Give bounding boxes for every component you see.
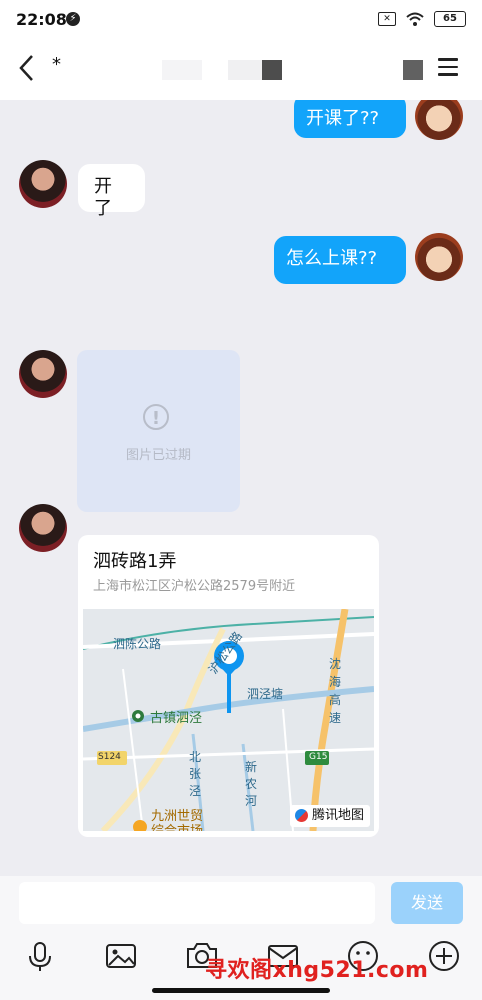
alert-icon: !	[143, 404, 169, 430]
road-badge-s124: S124	[98, 752, 121, 762]
chat-header: *	[0, 38, 482, 100]
avatar[interactable]	[415, 100, 463, 140]
input-bar: 发送 寻欢阁xhg521.com	[0, 876, 482, 1000]
map-label: 新农河	[245, 760, 258, 808]
map-label: 沈海高速	[329, 657, 342, 725]
redacted-block	[262, 60, 282, 80]
redacted-block	[162, 60, 202, 80]
contact-name[interactable]: *	[52, 54, 61, 75]
map-poi-label: 综合市场	[151, 820, 203, 831]
status-bar: 22:08 ⚡ ✕ 65	[0, 0, 482, 38]
wifi-icon	[406, 12, 424, 26]
map-preview[interactable]: 泗陈公路 沪松公路 沈海高速 泗泾塘 古镇泗泾 北张泾 新农河 九洲世贸 综合市…	[83, 609, 374, 831]
location-address: 上海市松江区沪松公路2579号附近	[93, 579, 296, 594]
map-label: 泗泾塘	[247, 687, 284, 701]
location-title: 泗砖路1弄	[93, 551, 177, 572]
message-text: 开课了??	[306, 108, 380, 129]
redacted-block	[228, 60, 262, 80]
tencent-map-badge: 腾讯地图	[289, 805, 370, 827]
expired-image-message[interactable]: ! 图片已过期	[77, 350, 240, 512]
watermark: 寻欢阁xhg521.com	[205, 958, 429, 983]
message-input[interactable]	[19, 882, 375, 924]
image-icon[interactable]	[103, 938, 139, 974]
sim-off-icon: ✕	[378, 12, 396, 26]
message-bubble-received[interactable]: 开了	[78, 164, 145, 219]
clock: 22:08	[16, 10, 67, 29]
message-bubble-sent[interactable]: 怎么上课??	[274, 236, 406, 284]
plus-icon[interactable]	[426, 938, 462, 974]
send-button[interactable]: 发送	[391, 882, 463, 924]
message-text: 开了	[94, 176, 112, 219]
map-provider: 腾讯地图	[311, 808, 364, 823]
location-card[interactable]: 泗砖路1弄 上海市松江区沪松公路2579号附近 泗陈公路 沪松公路 沈海高速 泗…	[78, 535, 379, 837]
message-text: 怎么上课??	[286, 248, 378, 269]
profile-square-icon[interactable]	[403, 60, 423, 80]
expired-label: 图片已过期	[125, 448, 191, 463]
avatar[interactable]	[19, 504, 67, 552]
chat-area[interactable]: 开课了?? 开了 怎么上课?? ! 图片已过期 泗砖路1弄 上海市松江区沪松公路…	[0, 100, 482, 876]
back-arrow-icon[interactable]	[14, 52, 44, 84]
microphone-icon[interactable]	[22, 938, 58, 974]
home-indicator[interactable]	[152, 988, 330, 993]
avatar[interactable]	[19, 350, 67, 398]
map-label: 泗陈公路	[113, 637, 162, 651]
menu-icon[interactable]	[438, 58, 460, 78]
map-poi-label: 古镇泗泾	[150, 711, 203, 726]
tencent-map-logo-icon	[294, 809, 308, 822]
avatar[interactable]	[19, 160, 67, 208]
charging-icon: ⚡	[66, 12, 80, 26]
message-bubble-sent[interactable]: 开课了??	[294, 100, 406, 138]
map-label: 北张泾	[189, 750, 202, 798]
road-badge-g15: G15	[309, 752, 328, 762]
avatar[interactable]	[415, 233, 463, 281]
battery-icon: 65	[434, 11, 466, 27]
